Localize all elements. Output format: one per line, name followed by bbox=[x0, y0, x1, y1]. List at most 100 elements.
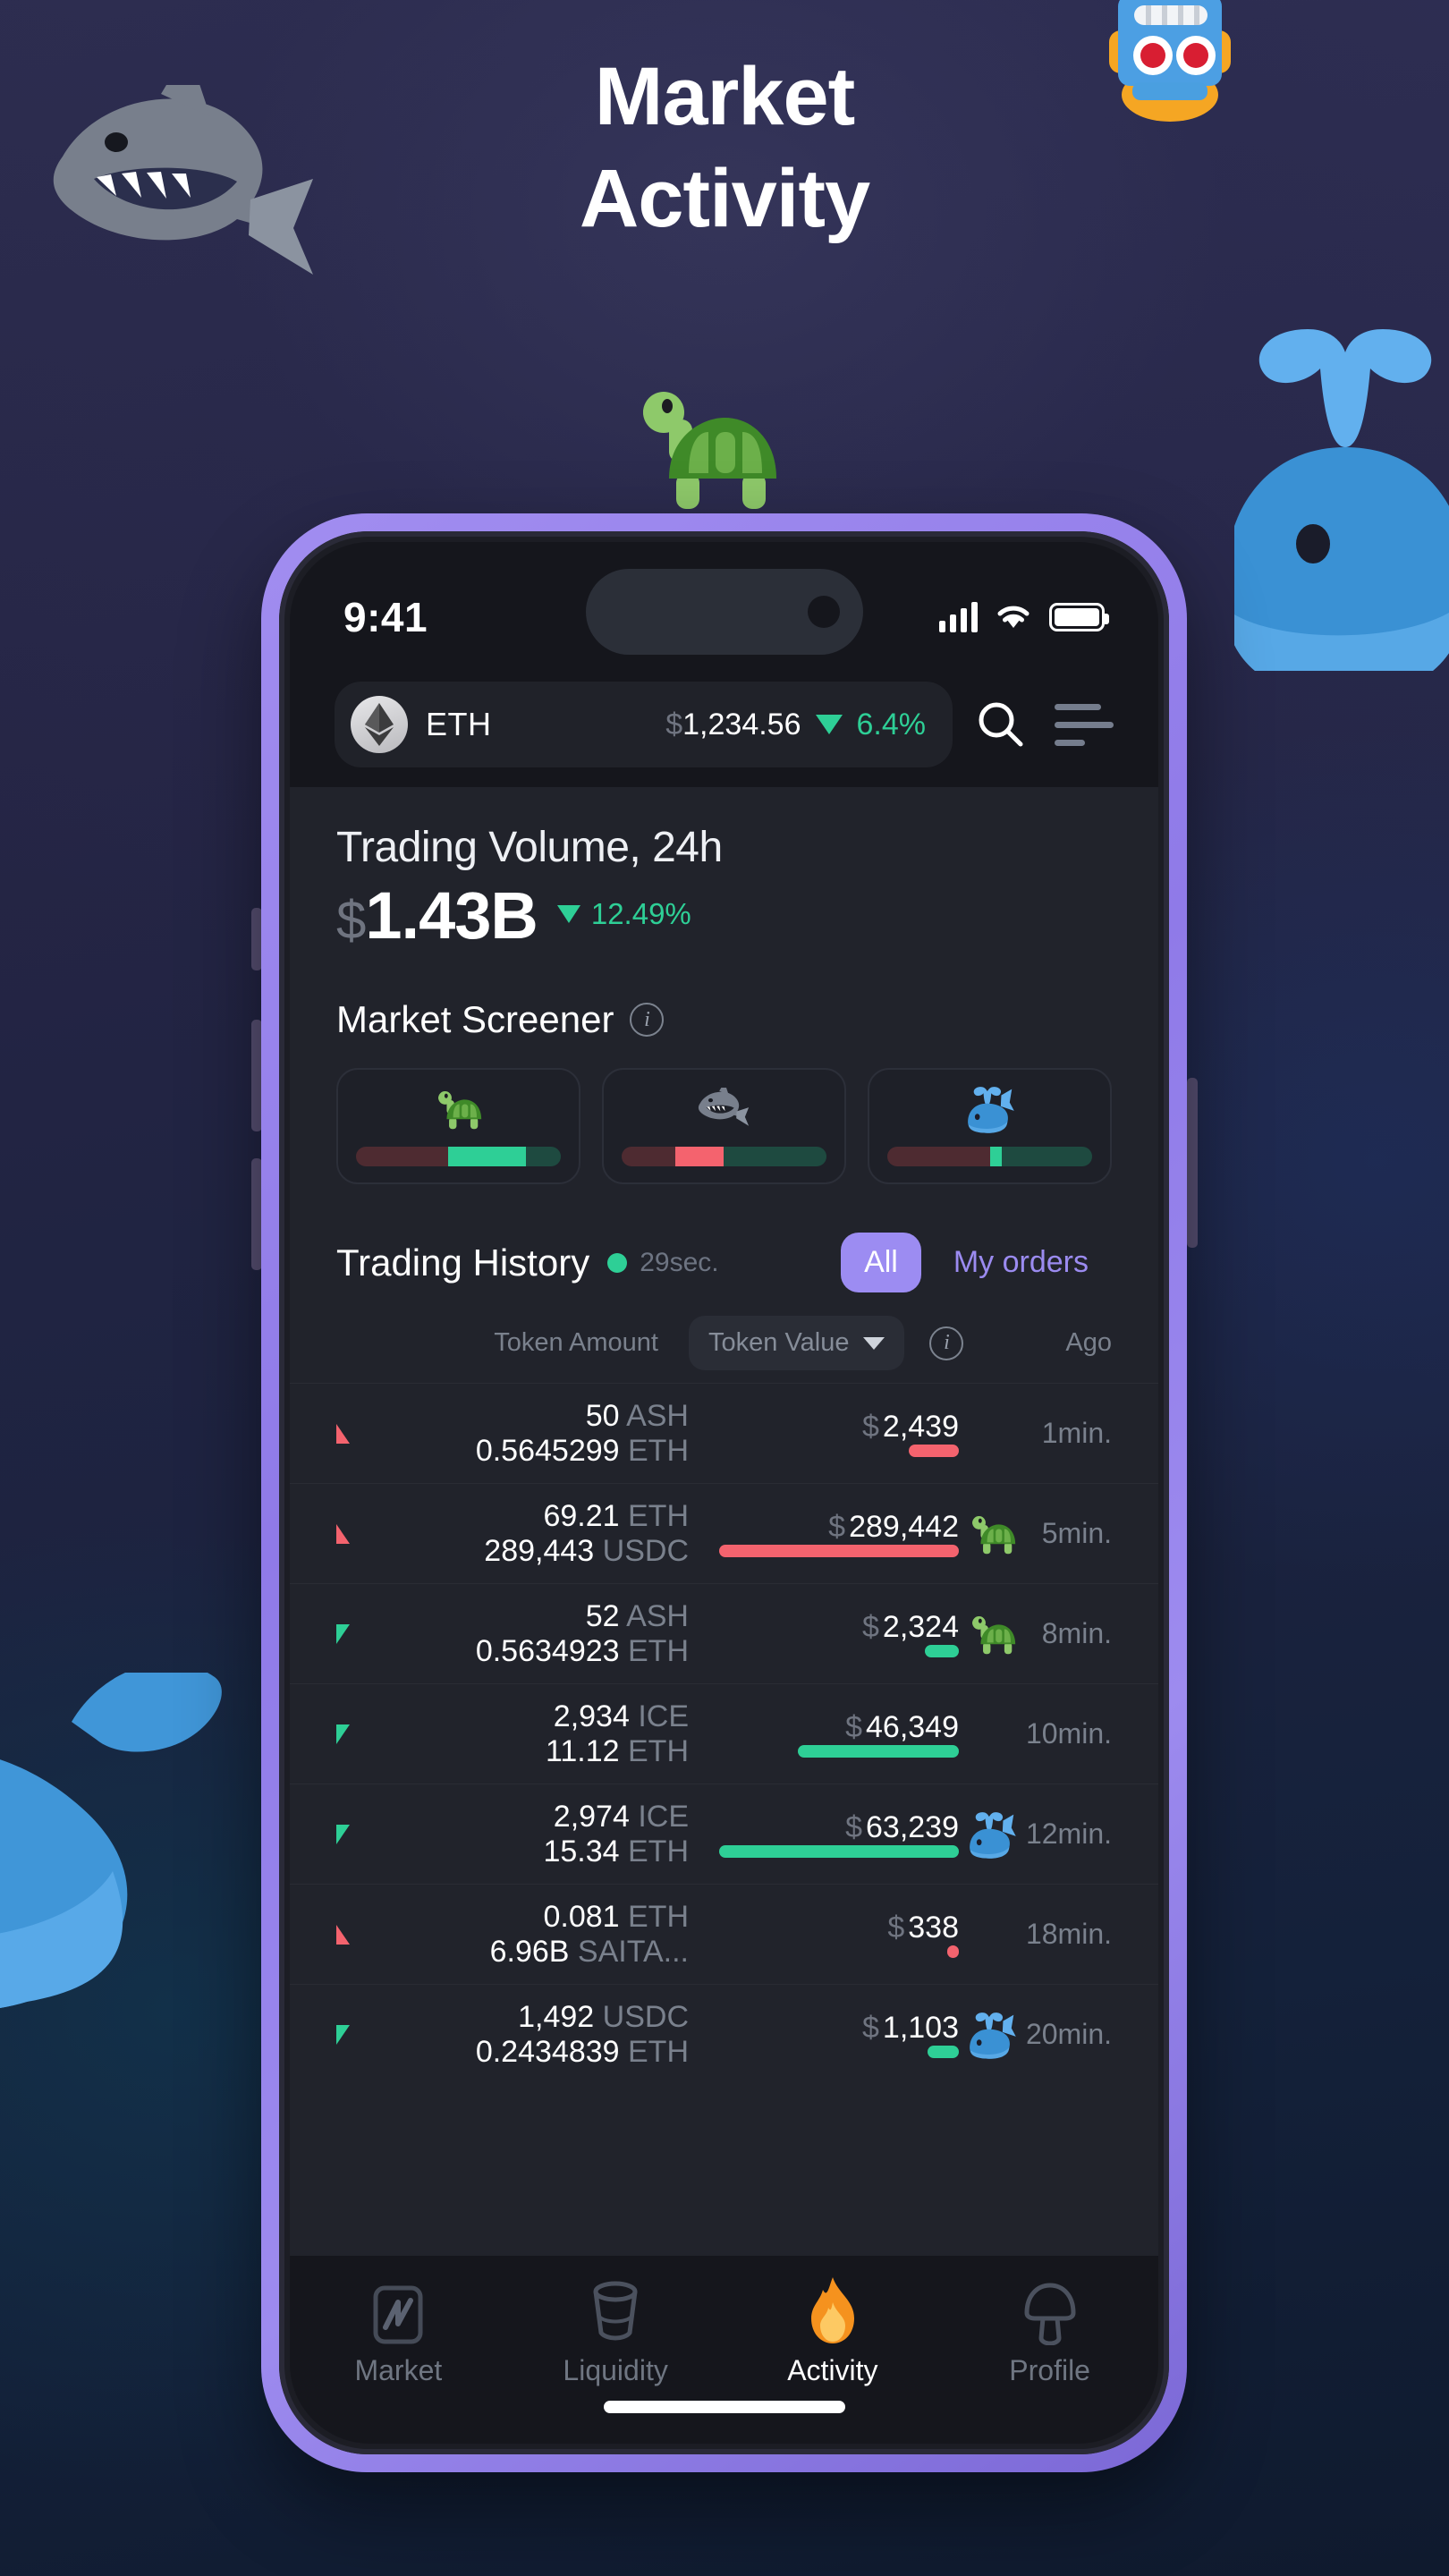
row-direction-icon bbox=[336, 1423, 367, 1444]
row-amount-top: 0.081 ETH bbox=[543, 1899, 689, 1934]
row-value-bar-wrap bbox=[719, 1545, 959, 1557]
row-creature-icon bbox=[959, 1809, 1026, 1860]
table-row[interactable]: 0.081 ETH 6.96B SAITA... $338 18min. bbox=[290, 1884, 1158, 1984]
info-icon[interactable]: i bbox=[630, 1003, 665, 1037]
page-title-line1: Market bbox=[594, 51, 856, 142]
screener-bar-negative bbox=[887, 1147, 990, 1166]
screener-cards bbox=[336, 1068, 1112, 1184]
token-price: $1,234.56 bbox=[665, 708, 801, 742]
battery-full-icon bbox=[1049, 603, 1109, 631]
tab-activity[interactable]: Activity bbox=[724, 2277, 942, 2387]
cellular-bars-icon bbox=[939, 602, 978, 632]
screener-bar bbox=[887, 1147, 1092, 1166]
column-token-value-dropdown[interactable]: Token Value bbox=[689, 1316, 905, 1370]
robot-icon bbox=[1109, 0, 1231, 122]
token-price-value: 1,234.56 bbox=[682, 707, 801, 741]
cup-icon bbox=[588, 2279, 643, 2345]
volume-section: Trading Volume, 24h $1.43B 12.49% bbox=[290, 823, 1158, 953]
history-tab-all[interactable]: All bbox=[841, 1233, 921, 1292]
screener-card[interactable] bbox=[868, 1068, 1112, 1184]
row-amount-top: 52 ASH bbox=[585, 1598, 689, 1633]
power-button[interactable] bbox=[1187, 1078, 1198, 1248]
phone-screen: 9:41 ETH $1,234.56 6.4% Trading Volume, … bbox=[290, 542, 1158, 2444]
hamburger-menu-icon[interactable] bbox=[1055, 703, 1114, 746]
fire-icon bbox=[806, 2277, 860, 2345]
history-header: Trading History 29sec. All My orders bbox=[336, 1233, 1112, 1292]
bottom-tab-bar: Market Liquidity Activity Profile bbox=[290, 2256, 1158, 2444]
history-tab-my-orders[interactable]: My orders bbox=[930, 1233, 1112, 1292]
screener-title: Market Screener bbox=[336, 998, 614, 1040]
table-row[interactable]: 2,974 ICE 15.34 ETH $63,239 12min. bbox=[290, 1784, 1158, 1884]
tab-profile[interactable]: Profile bbox=[941, 2279, 1158, 2387]
tab-label: Market bbox=[354, 2354, 443, 2386]
volume-row: $1.43B 12.49% bbox=[336, 877, 1112, 953]
row-value-bar bbox=[928, 2046, 959, 2058]
volume-currency: $ bbox=[336, 890, 366, 950]
tab-label: Liquidity bbox=[563, 2354, 668, 2386]
row-creature-icon bbox=[959, 1512, 1027, 1556]
row-amount-group: 50 ASH 0.5645299 ETH bbox=[367, 1399, 689, 1469]
row-ago: 18min. bbox=[1025, 1918, 1112, 1950]
table-row[interactable]: 69.21 ETH 289,443 USDC $289,442 5min. bbox=[290, 1483, 1158, 1583]
table-row[interactable]: 2,934 ICE 11.12 ETH $46,349 10min. bbox=[290, 1683, 1158, 1784]
row-amount-top: 69.21 ETH bbox=[543, 1498, 689, 1533]
screener-card[interactable] bbox=[336, 1068, 580, 1184]
row-value: $2,324 bbox=[861, 1610, 959, 1644]
row-value-bar-wrap bbox=[719, 1845, 959, 1858]
column-ago: Ago bbox=[1065, 1328, 1112, 1357]
tab-label: Profile bbox=[1009, 2354, 1090, 2386]
row-amount-bottom: 15.34 ETH bbox=[543, 1834, 689, 1868]
search-button[interactable] bbox=[969, 692, 1033, 757]
screener-bar-negative bbox=[622, 1147, 675, 1166]
row-value: $46,349 bbox=[845, 1710, 959, 1744]
row-value: $338 bbox=[887, 1911, 959, 1945]
screener-bar-positive bbox=[526, 1147, 561, 1166]
volume-title: Trading Volume, 24h bbox=[336, 824, 723, 871]
history-tabs: All My orders bbox=[841, 1233, 1112, 1292]
volume-value: $1.43B bbox=[336, 877, 538, 953]
home-indicator[interactable] bbox=[603, 2401, 845, 2413]
change-down-arrow-icon bbox=[815, 715, 843, 734]
table-row[interactable]: 50 ASH 0.5645299 ETH $2,439 1min. bbox=[290, 1383, 1158, 1483]
row-value-group: $2,324 bbox=[689, 1610, 959, 1657]
tab-liquidity[interactable]: Liquidity bbox=[507, 2279, 724, 2387]
turtle-icon bbox=[972, 1515, 1016, 1554]
token-selector[interactable]: ETH $1,234.56 6.4% bbox=[335, 682, 953, 767]
history-title: Trading History bbox=[336, 1241, 590, 1284]
tab-market[interactable]: Market bbox=[290, 2279, 507, 2387]
token-change-pct: 6.4% bbox=[856, 707, 927, 741]
screener-card[interactable] bbox=[602, 1068, 846, 1184]
row-amount-bottom: 0.2434839 ETH bbox=[475, 2034, 689, 2069]
row-direction-icon bbox=[336, 1724, 367, 1744]
row-ago: 1min. bbox=[1041, 1417, 1112, 1449]
screener-bar bbox=[356, 1147, 561, 1166]
whale-icon bbox=[0, 1673, 222, 2008]
screener-bar bbox=[622, 1147, 826, 1166]
table-row[interactable]: 52 ASH 0.5634923 ETH $2,324 8min. bbox=[290, 1583, 1158, 1683]
phone-frame: 9:41 ETH $1,234.56 6.4% Trading Volume, … bbox=[261, 513, 1187, 2472]
row-ago: 10min. bbox=[1025, 1717, 1112, 1750]
row-value-bar bbox=[719, 1545, 959, 1557]
screener-section: Market Screener i bbox=[290, 953, 1158, 1184]
main-content: Trading Volume, 24h $1.43B 12.49% Market… bbox=[290, 787, 1158, 2256]
row-value: $289,442 bbox=[828, 1510, 959, 1544]
table-row[interactable]: 1,492 USDC 0.2434839 ETH $1,103 20min. bbox=[290, 1984, 1158, 2084]
row-value: $63,239 bbox=[845, 1810, 959, 1844]
turtle-icon bbox=[437, 1091, 481, 1130]
history-columns: Token Amount Token Value i Ago bbox=[336, 1316, 1112, 1370]
row-value-group: $46,349 bbox=[689, 1710, 959, 1758]
turtle-icon bbox=[972, 1615, 1016, 1654]
row-amount-top: 1,492 USDC bbox=[518, 1999, 689, 2034]
screener-bar-positive bbox=[1002, 1147, 1092, 1166]
whale-icon bbox=[1234, 329, 1449, 671]
whale-icon bbox=[965, 1080, 1015, 1138]
row-value-group: $1,103 bbox=[689, 2011, 959, 2058]
row-amount-top: 2,934 ICE bbox=[553, 1699, 689, 1733]
token-price-group: $1,234.56 6.4% bbox=[665, 708, 926, 742]
row-value: $2,439 bbox=[861, 1410, 959, 1444]
row-amount-bottom: 6.96B SAITA... bbox=[489, 1934, 689, 1969]
row-direction-icon bbox=[336, 1824, 367, 1844]
row-amount-bottom: 11.12 ETH bbox=[545, 1733, 689, 1768]
info-icon[interactable]: i bbox=[929, 1326, 964, 1360]
row-amount-bottom: 0.5645299 ETH bbox=[475, 1433, 689, 1468]
